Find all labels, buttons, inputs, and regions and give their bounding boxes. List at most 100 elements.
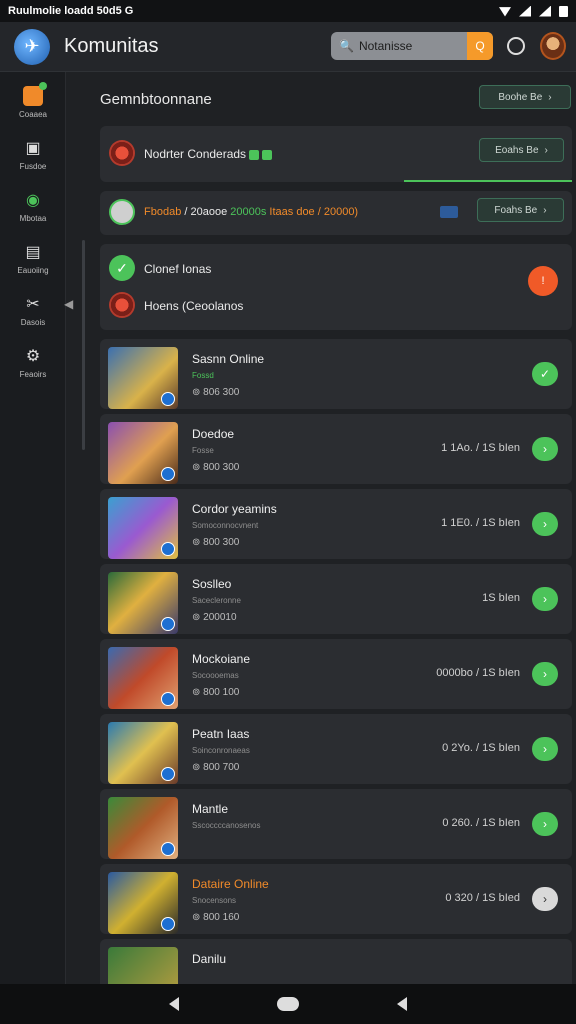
notifier-button[interactable]: Eoahs Be › — [479, 138, 564, 162]
game-players: ⊚ 800 100 — [192, 687, 239, 698]
status-card: ✓ Clonef Ionas Hoens (Ceoolanos ! — [100, 244, 572, 330]
stats-card: Fbodab / 20aooe 20000s Itaas doe / 20000… — [100, 191, 572, 235]
check-icon: ✓ — [109, 255, 135, 281]
game-thumbnail — [108, 722, 178, 784]
game-title: Mockoiane — [192, 652, 251, 666]
back-icon[interactable] — [169, 997, 179, 1011]
sidebar-item-compass[interactable]: ◉ Mbotaa — [0, 180, 66, 232]
game-price: 1 1Ao. / 1S bIen — [441, 442, 520, 454]
game-thumbnail — [108, 497, 178, 559]
game-subtitle: Soinconronaeas — [192, 746, 250, 755]
status-bar: Ruulmolie loadd 50d5 G — [0, 0, 576, 22]
sidebar-item-home[interactable]: Coaaea — [0, 76, 66, 128]
app-logo-icon[interactable]: ✈ — [14, 28, 50, 65]
main-content: Gemnbtoonnane Boohe Be › Nodrter Condera… — [90, 72, 576, 984]
join-arrow-button[interactable]: › — [532, 737, 558, 761]
players-count: 800 300 — [203, 537, 240, 548]
game-list-item[interactable]: Cordor yeamins Somoconnocvnent ⊚ 800 300… — [100, 489, 572, 559]
players-icon: ⊚ — [192, 912, 204, 923]
game-subtitle: Somoconnocvnent — [192, 521, 259, 530]
scrollbar[interactable] — [82, 240, 85, 450]
platform-badge-icon — [161, 392, 175, 406]
status-row2: Hoens (Ceoolanos — [144, 299, 244, 313]
avatar[interactable] — [540, 32, 566, 60]
sidebar-item-briefcase[interactable]: ▤ Eauoiing — [0, 232, 66, 284]
battery-icon — [559, 5, 568, 17]
game-thumbnail — [108, 947, 178, 984]
platform-badge-icon — [161, 842, 175, 856]
game-price: 1 1E0. / 1S bIen — [441, 517, 520, 529]
platform-badge-icon — [161, 542, 175, 556]
game-thumbnail — [108, 572, 178, 634]
app-bar: ✈ Komunitas 🔍 Notanisse Q — [0, 22, 576, 72]
game-list-item[interactable]: Sasnn Online Fossd ⊚ 806 300 ✓ — [100, 339, 572, 409]
game-list-item[interactable]: Peatn Iaas Soinconronaeas ⊚ 800 700 0 2Y… — [100, 714, 572, 784]
game-players: ⊚ 806 300 — [192, 387, 239, 398]
stats-button[interactable]: Foahs Be › — [477, 198, 564, 222]
join-arrow-button[interactable]: › — [532, 512, 558, 536]
search-button[interactable]: Q — [467, 32, 493, 60]
game-title: Danilu — [192, 952, 227, 966]
players-icon: ⊚ — [192, 687, 204, 698]
sidebar: Coaaea ▣ Fusdoe ◉ Mbotaa ▤ Eauoiing ✂ Da… — [0, 72, 66, 984]
game-subtitle: Fossd — [192, 371, 214, 380]
sidebar-item-label: Dasois — [20, 317, 46, 327]
join-arrow-button[interactable]: › — [532, 662, 558, 686]
search-icon: 🔍 — [339, 39, 354, 53]
notifier-text: Nodrter Conderads — [144, 147, 247, 161]
sidebar-item-frame[interactable]: ▣ Fusdoe — [0, 128, 66, 180]
game-list-item[interactable]: Mantle Sscoccccanosenos 0 260. / 1S bIen… — [100, 789, 572, 859]
gear-icon: ⚙ — [25, 347, 41, 365]
sidebar-item-tools[interactable]: ✂ Dasois — [0, 284, 66, 336]
game-players: ⊚ 800 300 — [192, 462, 239, 473]
game-players: ⊚ 200010 — [192, 612, 237, 623]
join-arrow-button[interactable]: › — [532, 887, 558, 911]
platform-badge-icon — [161, 767, 175, 781]
game-list-item[interactable]: Danilu — [100, 939, 572, 984]
game-list-item[interactable]: Doedoe Fosse ⊚ 800 300 1 1Ao. / 1S bIen … — [100, 414, 572, 484]
frame-icon: ▣ — [25, 139, 41, 157]
sidebar-item-label: Mbotaa — [19, 213, 47, 223]
platform-badge-icon — [161, 467, 175, 481]
signal2-icon — [539, 5, 551, 17]
sidebar-item-settings[interactable]: ⚙ Feaoirs — [0, 336, 66, 388]
wifi-icon — [499, 7, 511, 17]
recents-icon[interactable] — [397, 997, 407, 1011]
status-icons — [499, 5, 568, 17]
game-list-item[interactable]: Dataire Online Snocensons ⊚ 800 160 0 32… — [100, 864, 572, 934]
players-count: 800 300 — [203, 462, 240, 473]
game-list-item[interactable]: Soslleo Sacecleronne ⊚ 200010 1S bIen › — [100, 564, 572, 634]
game-title: Sasnn Online — [192, 352, 265, 366]
chevron-down-icon: › — [543, 204, 547, 216]
chevron-down-icon: › — [544, 144, 548, 156]
stats-part4: Itaas doe / 20000) — [269, 206, 359, 218]
join-arrow-button[interactable]: › — [532, 812, 558, 836]
stats-text: Fbodab / 20aooe 20000s Itaas doe / 20000… — [144, 206, 358, 218]
compass-icon: ◉ — [26, 191, 40, 209]
top-action-button[interactable]: Boohe Be › — [479, 85, 571, 109]
join-arrow-button[interactable]: › — [532, 437, 558, 461]
game-list-item[interactable]: Mockoiane Socoooemas ⊚ 800 100 0000bo / … — [100, 639, 572, 709]
join-arrow-button[interactable]: › — [532, 587, 558, 611]
app-title: Komunitas — [64, 35, 159, 57]
collapse-chevron-icon[interactable]: ◀ — [64, 297, 73, 311]
game-price: 0000bo / 1S bIen — [436, 667, 520, 679]
alert-icon[interactable]: ! — [528, 266, 558, 296]
game-players: ⊚ 800 300 — [192, 537, 239, 548]
search-input[interactable]: 🔍 Notanisse Q — [331, 32, 493, 60]
tag-icon — [262, 149, 273, 160]
game-title: Mantle — [192, 802, 229, 816]
game-title: Soslleo — [192, 577, 232, 591]
game-price: 0 260. / 1S bIen — [442, 817, 520, 829]
home-icon — [23, 81, 47, 106]
game-thumbnail — [108, 422, 178, 484]
home-button-icon[interactable] — [277, 997, 299, 1011]
game-thumbnail — [108, 797, 178, 859]
players-count: 800 700 — [203, 762, 240, 773]
top-action-label: Boohe Be — [498, 91, 543, 103]
notification-icon[interactable] — [507, 37, 525, 55]
status-text: Ruulmolie loadd 50d5 G — [8, 5, 134, 17]
join-check-button[interactable]: ✓ — [532, 362, 558, 386]
game-players: ⊚ 800 700 — [192, 762, 239, 773]
game-title: Cordor yeamins — [192, 502, 277, 516]
